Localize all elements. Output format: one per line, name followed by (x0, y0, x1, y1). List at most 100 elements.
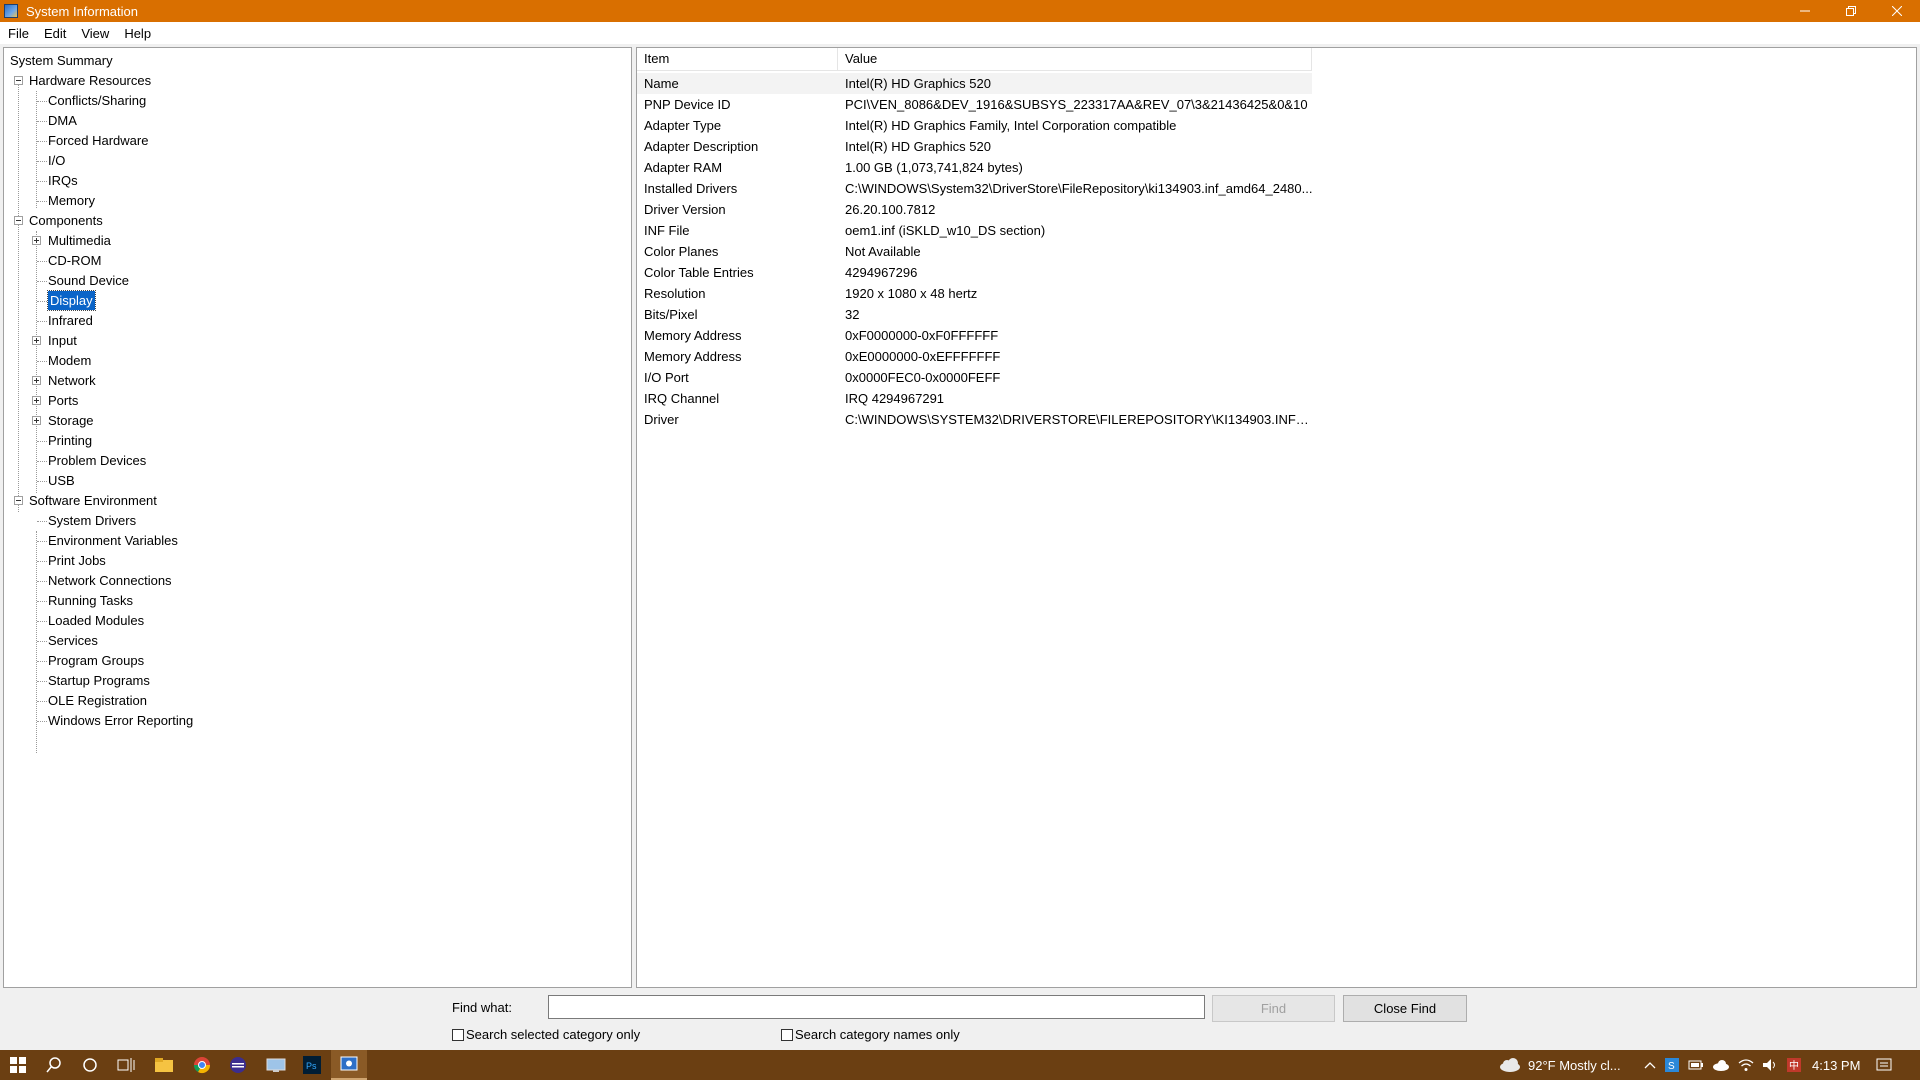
find-button[interactable]: Find (1212, 995, 1335, 1022)
collapse-icon[interactable] (14, 496, 23, 505)
table-row[interactable]: Installed Drivers C:\WINDOWS\System32\Dri… (637, 178, 1916, 199)
taskbar-app-chrome[interactable] (184, 1050, 220, 1080)
tree-item-problem-devices[interactable]: Problem Devices (4, 451, 631, 471)
tree-item-usb[interactable]: USB (4, 471, 631, 491)
table-row[interactable]: Name Intel(R) HD Graphics 520 (637, 73, 1312, 94)
search-button[interactable] (36, 1050, 72, 1080)
close-find-button[interactable]: Close Find (1343, 995, 1467, 1022)
tree-item-hardware-resources[interactable]: Hardware Resources (4, 71, 631, 91)
tree-item-cd-rom[interactable]: CD-ROM (4, 251, 631, 271)
search-selected-category-option[interactable]: Search selected category only (452, 1027, 640, 1042)
table-row[interactable]: Adapter Description Intel(R) HD Graphics … (637, 136, 1916, 157)
tree-item-startup-programs[interactable]: Startup Programs (4, 671, 631, 691)
tree-item-conflicts-sharing[interactable]: Conflicts/Sharing (4, 91, 631, 111)
tree-item-infrared[interactable]: Infrared (4, 311, 631, 331)
tree-item-components[interactable]: Components (4, 211, 631, 231)
table-row[interactable]: Driver Version 26.20.100.7812 (637, 199, 1916, 220)
tree-item-storage[interactable]: Storage (4, 411, 631, 431)
action-center-button[interactable] (1876, 1050, 1892, 1080)
taskbar-app-photoshop[interactable]: Ps (294, 1050, 330, 1080)
table-row[interactable]: Memory Address 0xE0000000-0xEFFFFFFF (637, 346, 1916, 367)
taskbar-app-file-explorer[interactable] (146, 1050, 182, 1080)
taskbar-app-remote-desktop[interactable] (258, 1050, 294, 1080)
table-row[interactable]: IRQ Channel IRQ 4294967291 (637, 388, 1916, 409)
table-row[interactable]: Memory Address 0xF0000000-0xF0FFFFFF (637, 325, 1916, 346)
table-row[interactable]: I/O Port 0x0000FEC0-0x0000FEFF (637, 367, 1916, 388)
tree-item-sound-device[interactable]: Sound Device (4, 271, 631, 291)
tree-item-ole-registration[interactable]: OLE Registration (4, 691, 631, 711)
menu-help[interactable]: Help (116, 26, 158, 41)
table-row[interactable]: Color Table Entries 4294967296 (637, 262, 1916, 283)
column-header-item[interactable]: Item (637, 48, 838, 70)
category-tree-panel[interactable]: System Summary Hardware Resources Confli… (3, 47, 632, 988)
expand-icon[interactable] (32, 236, 41, 245)
search-names-option[interactable]: Search category names only (781, 1027, 960, 1042)
tree-item-multimedia[interactable]: Multimedia (4, 231, 631, 251)
menu-file[interactable]: File (0, 26, 36, 41)
table-row[interactable]: PNP Device ID PCI\VEN_8086&DEV_1916&SUBSY… (637, 94, 1916, 115)
tree-item-input[interactable]: Input (4, 331, 631, 351)
expand-icon[interactable] (32, 376, 41, 385)
table-row[interactable]: INF File oem1.inf (iSKLD_w10_DS section) (637, 220, 1916, 241)
tree-item-io[interactable]: I/O (4, 151, 631, 171)
tree-item-system-drivers[interactable]: System Drivers (4, 511, 631, 531)
expand-icon[interactable] (32, 336, 41, 345)
table-row[interactable]: Driver C:\WINDOWS\SYSTEM32\DRIVERSTORE\FI… (637, 409, 1916, 430)
weather-widget[interactable]: 92°F Mostly cl... (1498, 1050, 1621, 1080)
find-what-input[interactable] (548, 995, 1205, 1019)
table-row[interactable]: Resolution 1920 x 1080 x 48 hertz (637, 283, 1916, 304)
close-window-button[interactable] (1874, 0, 1920, 22)
start-button[interactable] (0, 1050, 36, 1080)
menu-edit[interactable]: Edit (36, 26, 73, 41)
tree-item-system-summary[interactable]: System Summary (4, 51, 631, 71)
search-names-checkbox[interactable] (781, 1028, 793, 1041)
tree-item-services[interactable]: Services (4, 631, 631, 651)
tree-item-dma[interactable]: DMA (4, 111, 631, 131)
battery-icon[interactable] (1688, 1059, 1704, 1071)
column-header-value[interactable]: Value (838, 48, 1312, 70)
wifi-icon[interactable] (1738, 1058, 1754, 1072)
tree-item-running-tasks[interactable]: Running Tasks (4, 591, 631, 611)
tree-item-environment-variables[interactable]: Environment Variables (4, 531, 631, 551)
tree-item-display[interactable]: Display (4, 290, 631, 311)
clock[interactable]: 4:13 PM (1812, 1050, 1860, 1080)
table-row[interactable]: Adapter Type Intel(R) HD Graphics Family,… (637, 115, 1916, 136)
volume-icon[interactable] (1762, 1058, 1778, 1072)
search-selected-checkbox[interactable] (452, 1028, 464, 1041)
tree-item-windows-error-reporting[interactable]: Windows Error Reporting (4, 711, 631, 731)
language-input-icon[interactable]: 中 (1786, 1057, 1802, 1073)
table-row[interactable]: Bits/Pixel 32 (637, 304, 1916, 325)
expand-icon[interactable] (32, 416, 41, 425)
collapse-icon[interactable] (14, 76, 23, 85)
collapse-icon[interactable] (14, 216, 23, 225)
tree-item-modem[interactable]: Modem (4, 351, 631, 371)
menu-view[interactable]: View (73, 26, 116, 41)
taskbar-app-eclipse[interactable] (220, 1050, 256, 1080)
tree-item-network-connections[interactable]: Network Connections (4, 571, 631, 591)
tree-item-print-jobs[interactable]: Print Jobs (4, 551, 631, 571)
cloud-storage-icon[interactable] (1712, 1059, 1730, 1071)
expand-icon[interactable] (32, 396, 41, 405)
chevron-up-icon[interactable] (1644, 1060, 1656, 1070)
cortana-button[interactable] (72, 1050, 108, 1080)
table-row[interactable]: Color Planes Not Available (637, 241, 1916, 262)
tree-item-network[interactable]: Network (4, 371, 631, 391)
minimize-button[interactable] (1782, 0, 1828, 22)
details-panel[interactable]: Item Value Name Intel(R) HD Graphics 520 … (636, 47, 1917, 988)
tree-item-printing[interactable]: Printing (4, 431, 631, 451)
restore-button[interactable] (1828, 0, 1874, 22)
taskbar-app-system-information[interactable] (331, 1050, 367, 1080)
tree-item-memory[interactable]: Memory (4, 191, 631, 211)
onedrive-sync-icon[interactable]: S (1664, 1057, 1680, 1073)
tree-item-forced-hardware[interactable]: Forced Hardware (4, 131, 631, 151)
tree-item-program-groups[interactable]: Program Groups (4, 651, 631, 671)
tree-item-loaded-modules[interactable]: Loaded Modules (4, 611, 631, 631)
task-view-button[interactable] (108, 1050, 144, 1080)
row-value: 0xF0000000-0xF0FFFFFF (845, 328, 999, 343)
tree-item-software-environment[interactable]: Software Environment (4, 491, 631, 511)
system-information-icon (4, 4, 18, 18)
row-value: PCI\VEN_8086&DEV_1916&SUBSYS_223317AA&RE… (845, 97, 1308, 112)
tree-item-ports[interactable]: Ports (4, 391, 631, 411)
table-row[interactable]: Adapter RAM 1.00 GB (1,073,741,824 bytes) (637, 157, 1916, 178)
tree-item-irqs[interactable]: IRQs (4, 171, 631, 191)
